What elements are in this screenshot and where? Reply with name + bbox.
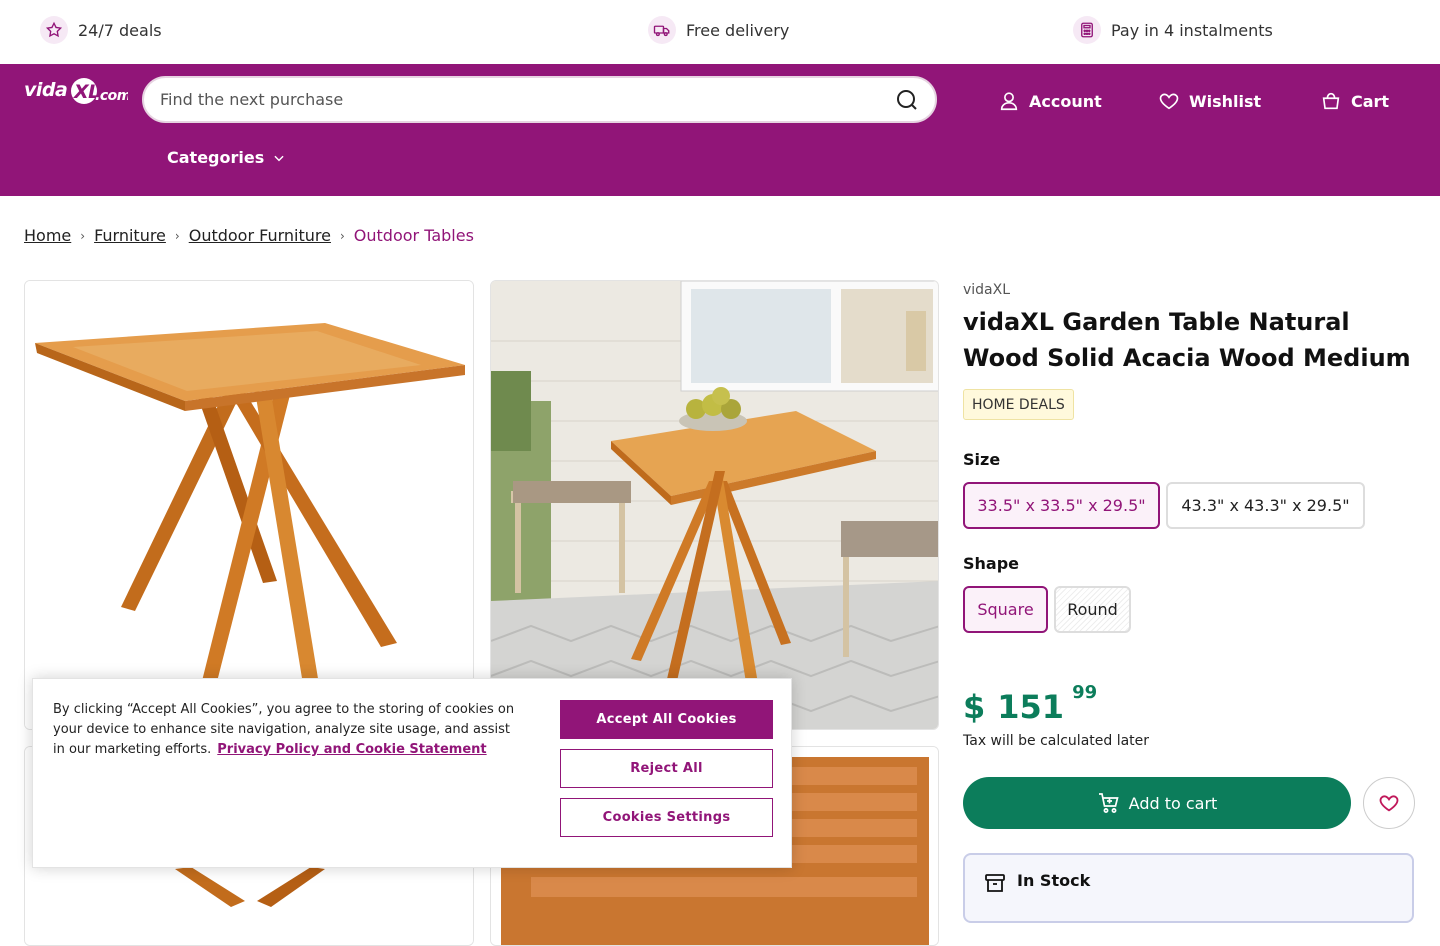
svg-text:vida: vida	[24, 79, 67, 101]
site-logo[interactable]: vida XL .com	[24, 76, 131, 115]
cookies-settings-button[interactable]: Cookies Settings	[560, 798, 773, 837]
account-label: Account	[1029, 91, 1102, 111]
wishlist-link[interactable]: Wishlist	[1158, 90, 1261, 112]
breadcrumb-home[interactable]: Home	[24, 226, 71, 245]
size-label: Size	[963, 450, 1001, 469]
product-image-main[interactable]	[24, 280, 474, 730]
account-link[interactable]: Account	[998, 90, 1102, 112]
chevron-down-icon	[274, 155, 284, 161]
user-icon	[1000, 92, 1018, 111]
breadcrumb-current: Outdoor Tables	[353, 226, 474, 245]
breadcrumb-furniture[interactable]: Furniture	[94, 226, 166, 245]
table-product-photo	[25, 281, 473, 729]
usp-label: Pay in 4 instalments	[1111, 20, 1273, 40]
cookie-text: By clicking “Accept All Cookies”, you ag…	[53, 700, 523, 760]
stock-status: In Stock	[963, 853, 1414, 923]
categories-menu[interactable]: Categories	[167, 148, 286, 167]
privacy-policy-link[interactable]: Privacy Policy and Cookie Statement	[217, 742, 486, 757]
shape-option-square[interactable]: Square	[963, 586, 1048, 633]
usp-label: 24/7 deals	[78, 20, 162, 40]
search-icon[interactable]	[895, 88, 919, 112]
accept-all-cookies-button[interactable]: Accept All Cookies	[560, 700, 773, 739]
basket-icon	[1322, 92, 1340, 110]
breadcrumb-outdoor-furniture[interactable]: Outdoor Furniture	[189, 226, 331, 245]
reject-all-button[interactable]: Reject All	[560, 749, 773, 788]
product-brand[interactable]: vidaXL	[963, 282, 1010, 298]
patio-lifestyle-photo	[491, 281, 938, 729]
truck-icon	[648, 16, 676, 44]
usp-bar: 24/7 deals Free delivery Pay in 4 instal…	[0, 0, 1440, 64]
usp-delivery: Free delivery	[648, 15, 789, 45]
box-icon	[985, 874, 1005, 892]
size-option-large[interactable]: 43.3" x 43.3" x 29.5"	[1166, 482, 1365, 529]
star-icon	[40, 16, 68, 44]
add-to-cart-button[interactable]: Add to cart	[963, 777, 1351, 829]
chevron-right-icon: ›	[339, 228, 345, 243]
product-title: vidaXL Garden Table Natural Wood Solid A…	[963, 308, 1411, 372]
cookie-banner: By clicking “Accept All Cookies”, you ag…	[32, 678, 792, 868]
product-image-lifestyle[interactable]	[490, 280, 939, 730]
wishlist-label: Wishlist	[1189, 91, 1262, 111]
breadcrumb: Home › Furniture › Outdoor Furniture › O…	[24, 226, 474, 245]
shape-option-round[interactable]: Round	[1054, 586, 1131, 633]
usp-label: Free delivery	[686, 20, 790, 40]
tax-note: Tax will be calculated later	[963, 733, 1150, 749]
home-deals-badge: HOME DEALS	[963, 389, 1074, 420]
search-input[interactable]	[160, 90, 895, 109]
price-integer: 151	[997, 688, 1065, 726]
add-to-cart-label: Add to cart	[1128, 793, 1218, 813]
heart-icon	[1379, 795, 1399, 812]
price-decimal: 99	[1072, 682, 1098, 703]
heart-icon	[1159, 93, 1179, 110]
usp-instalments: Pay in 4 instalments	[1073, 15, 1273, 45]
stock-label: In Stock	[1017, 871, 1091, 890]
add-to-wishlist-button[interactable]	[1363, 777, 1415, 829]
chevron-right-icon: ›	[174, 228, 180, 243]
site-header: vida XL .com Account Wishlist Cart Categ…	[0, 64, 1440, 196]
logo-mark: vida XL .com	[24, 78, 131, 104]
product-price: $ 151 99	[963, 682, 1097, 726]
chevron-right-icon: ›	[80, 228, 86, 243]
size-option-small[interactable]: 33.5" x 33.5" x 29.5"	[963, 482, 1160, 529]
search-box[interactable]	[142, 76, 937, 123]
categories-label: Categories	[167, 148, 265, 167]
calculator-icon	[1073, 16, 1101, 44]
price-currency: $	[963, 688, 986, 726]
cart-label: Cart	[1351, 91, 1390, 111]
shape-label: Shape	[963, 554, 1020, 573]
cart-link[interactable]: Cart	[1320, 90, 1389, 112]
svg-text:.com: .com	[95, 88, 128, 104]
cart-plus-icon	[1098, 793, 1119, 813]
usp-deals: 24/7 deals	[40, 15, 162, 45]
